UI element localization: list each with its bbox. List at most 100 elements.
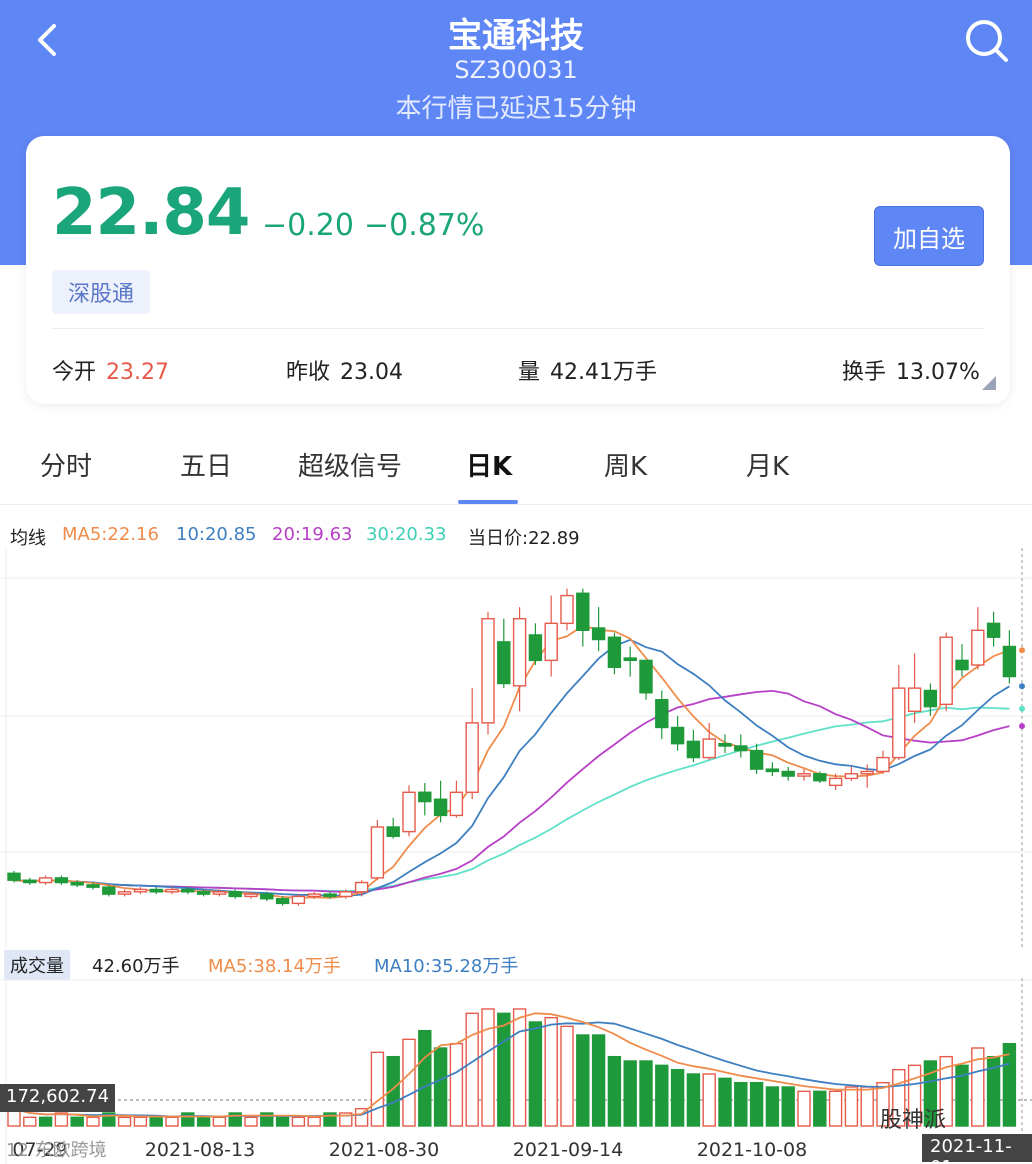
candle-body	[418, 791, 432, 803]
candle-body	[165, 888, 179, 893]
volume-bar	[639, 1060, 653, 1127]
candle-body	[655, 699, 669, 729]
candle-body	[607, 636, 622, 669]
candle-body	[481, 618, 495, 724]
candle-body	[907, 687, 922, 712]
volume-bar	[133, 1116, 148, 1127]
candle-body	[386, 826, 400, 837]
tab-monthly-k[interactable]: 月K	[746, 446, 789, 483]
ma30-value: 30:20.33	[366, 524, 447, 545]
candle-body	[465, 722, 479, 793]
ma-legend-label: 均线	[10, 528, 46, 549]
tab-weekly-k[interactable]: 周K	[604, 446, 647, 483]
candle-body	[860, 770, 874, 775]
candle-body	[339, 891, 353, 898]
ma5-line	[13, 624, 1010, 899]
x-axis-label: 2021-08-13	[145, 1139, 255, 1161]
candle-body	[844, 773, 859, 780]
volume-bar	[1002, 1042, 1017, 1127]
search-button[interactable]	[962, 16, 1010, 64]
candle-body	[181, 888, 195, 893]
volume-bar	[544, 1016, 558, 1127]
candle-body	[623, 657, 637, 662]
candle-body	[354, 881, 369, 893]
volume-ma10-line	[13, 1021, 1010, 1118]
candle-body	[955, 659, 969, 671]
candle-body	[370, 826, 385, 879]
volume-bar	[749, 1081, 764, 1127]
volume-bar	[117, 1116, 132, 1127]
tab-daily-k[interactable]: 日K	[466, 446, 512, 483]
candle-body	[497, 641, 511, 685]
open-label: 今开	[52, 360, 97, 385]
volume-bar	[860, 1086, 874, 1127]
candle-body	[560, 594, 574, 625]
candle-body	[528, 634, 543, 662]
stock-name: 宝通科技	[448, 16, 584, 56]
volume-bar	[512, 1008, 527, 1127]
watermark-sub: 12 东欧跨境	[6, 1140, 107, 1161]
ma10-value: 10:20.85	[176, 524, 257, 545]
volume-bar	[702, 1073, 716, 1127]
candle-body	[686, 740, 701, 759]
connect-tag[interactable]: 深股通	[52, 270, 151, 314]
volume-bar	[607, 1055, 622, 1127]
volume-bar	[433, 1047, 448, 1127]
x-axis-label: 2021-10-08	[697, 1139, 807, 1161]
watermark-text: 股神派	[880, 1108, 947, 1133]
tab-five-day[interactable]: 五日	[180, 446, 232, 483]
ma10-line	[13, 638, 1010, 897]
candle-body	[591, 627, 606, 641]
day-price-value: 当日价:22.89	[468, 528, 580, 549]
candle-body	[244, 893, 258, 898]
candle-body	[102, 886, 116, 895]
turnover-stat: 换手 13.07%	[842, 354, 980, 386]
crosshair-volume-tip: 172,602.74	[0, 1084, 116, 1112]
tab-super-signal[interactable]: 超级信号	[298, 446, 402, 483]
candle-body	[576, 592, 590, 631]
candle-body	[876, 756, 890, 773]
ma30-line-end-dot	[1019, 705, 1025, 712]
candle-body	[923, 689, 938, 708]
candle-body	[512, 618, 527, 687]
expand-corner-icon[interactable]	[982, 376, 996, 390]
volume-value: 42.41万手	[550, 360, 657, 385]
candle-body	[402, 791, 416, 833]
tab-intraday[interactable]: 分时	[40, 446, 92, 483]
chart-tabs: 分时 五日 超级信号 日K 周K 月K	[0, 430, 1032, 504]
tab-divider	[0, 504, 1032, 505]
candle-body	[781, 770, 795, 777]
volume-bar	[291, 1116, 306, 1127]
volume-bar	[418, 1029, 432, 1127]
volume-bar	[528, 1021, 543, 1127]
candle-body	[939, 636, 953, 706]
candle-body	[749, 749, 764, 770]
volume-bar	[38, 1116, 53, 1127]
quote-card: 22.84 −0.20 −0.87% 深股通 加自选 今开 23.27 昨收 23.…	[26, 136, 1010, 404]
candlestick-chart[interactable]	[0, 548, 1032, 948]
prev-close-stat: 昨收 23.04	[286, 354, 403, 386]
add-watchlist-button[interactable]: 加自选	[874, 206, 984, 266]
candle-body	[986, 622, 1001, 638]
open-stat: 今开 23.27	[52, 354, 169, 386]
candle-body	[70, 881, 84, 886]
candle-body	[702, 738, 716, 759]
candle-body	[291, 895, 306, 905]
volume-bar	[844, 1086, 859, 1127]
volume-bar	[481, 1008, 495, 1127]
volume-bar	[718, 1077, 732, 1127]
crosshair-date-tip: 2021-11-01	[922, 1134, 1032, 1164]
candle-body	[828, 777, 843, 787]
volume-bar	[70, 1116, 84, 1127]
volume-stat: 量 42.41万手	[518, 354, 657, 386]
volume-chart[interactable]: 07-29 2021-08-13 2021-08-30 2021-09-14 2021-…	[0, 978, 1032, 1164]
turnover-value: 13.07%	[896, 360, 980, 385]
ma10-line-end-dot	[1019, 683, 1025, 690]
volume-bar	[181, 1112, 195, 1127]
volume-ma5: MA5:38.14万手	[208, 956, 341, 977]
ma20-line-end-dot	[1019, 723, 1025, 730]
stock-code: SZ300031	[454, 56, 578, 84]
volume-bar	[670, 1068, 685, 1127]
volume-bar	[591, 1034, 606, 1127]
candle-body	[1002, 645, 1017, 678]
